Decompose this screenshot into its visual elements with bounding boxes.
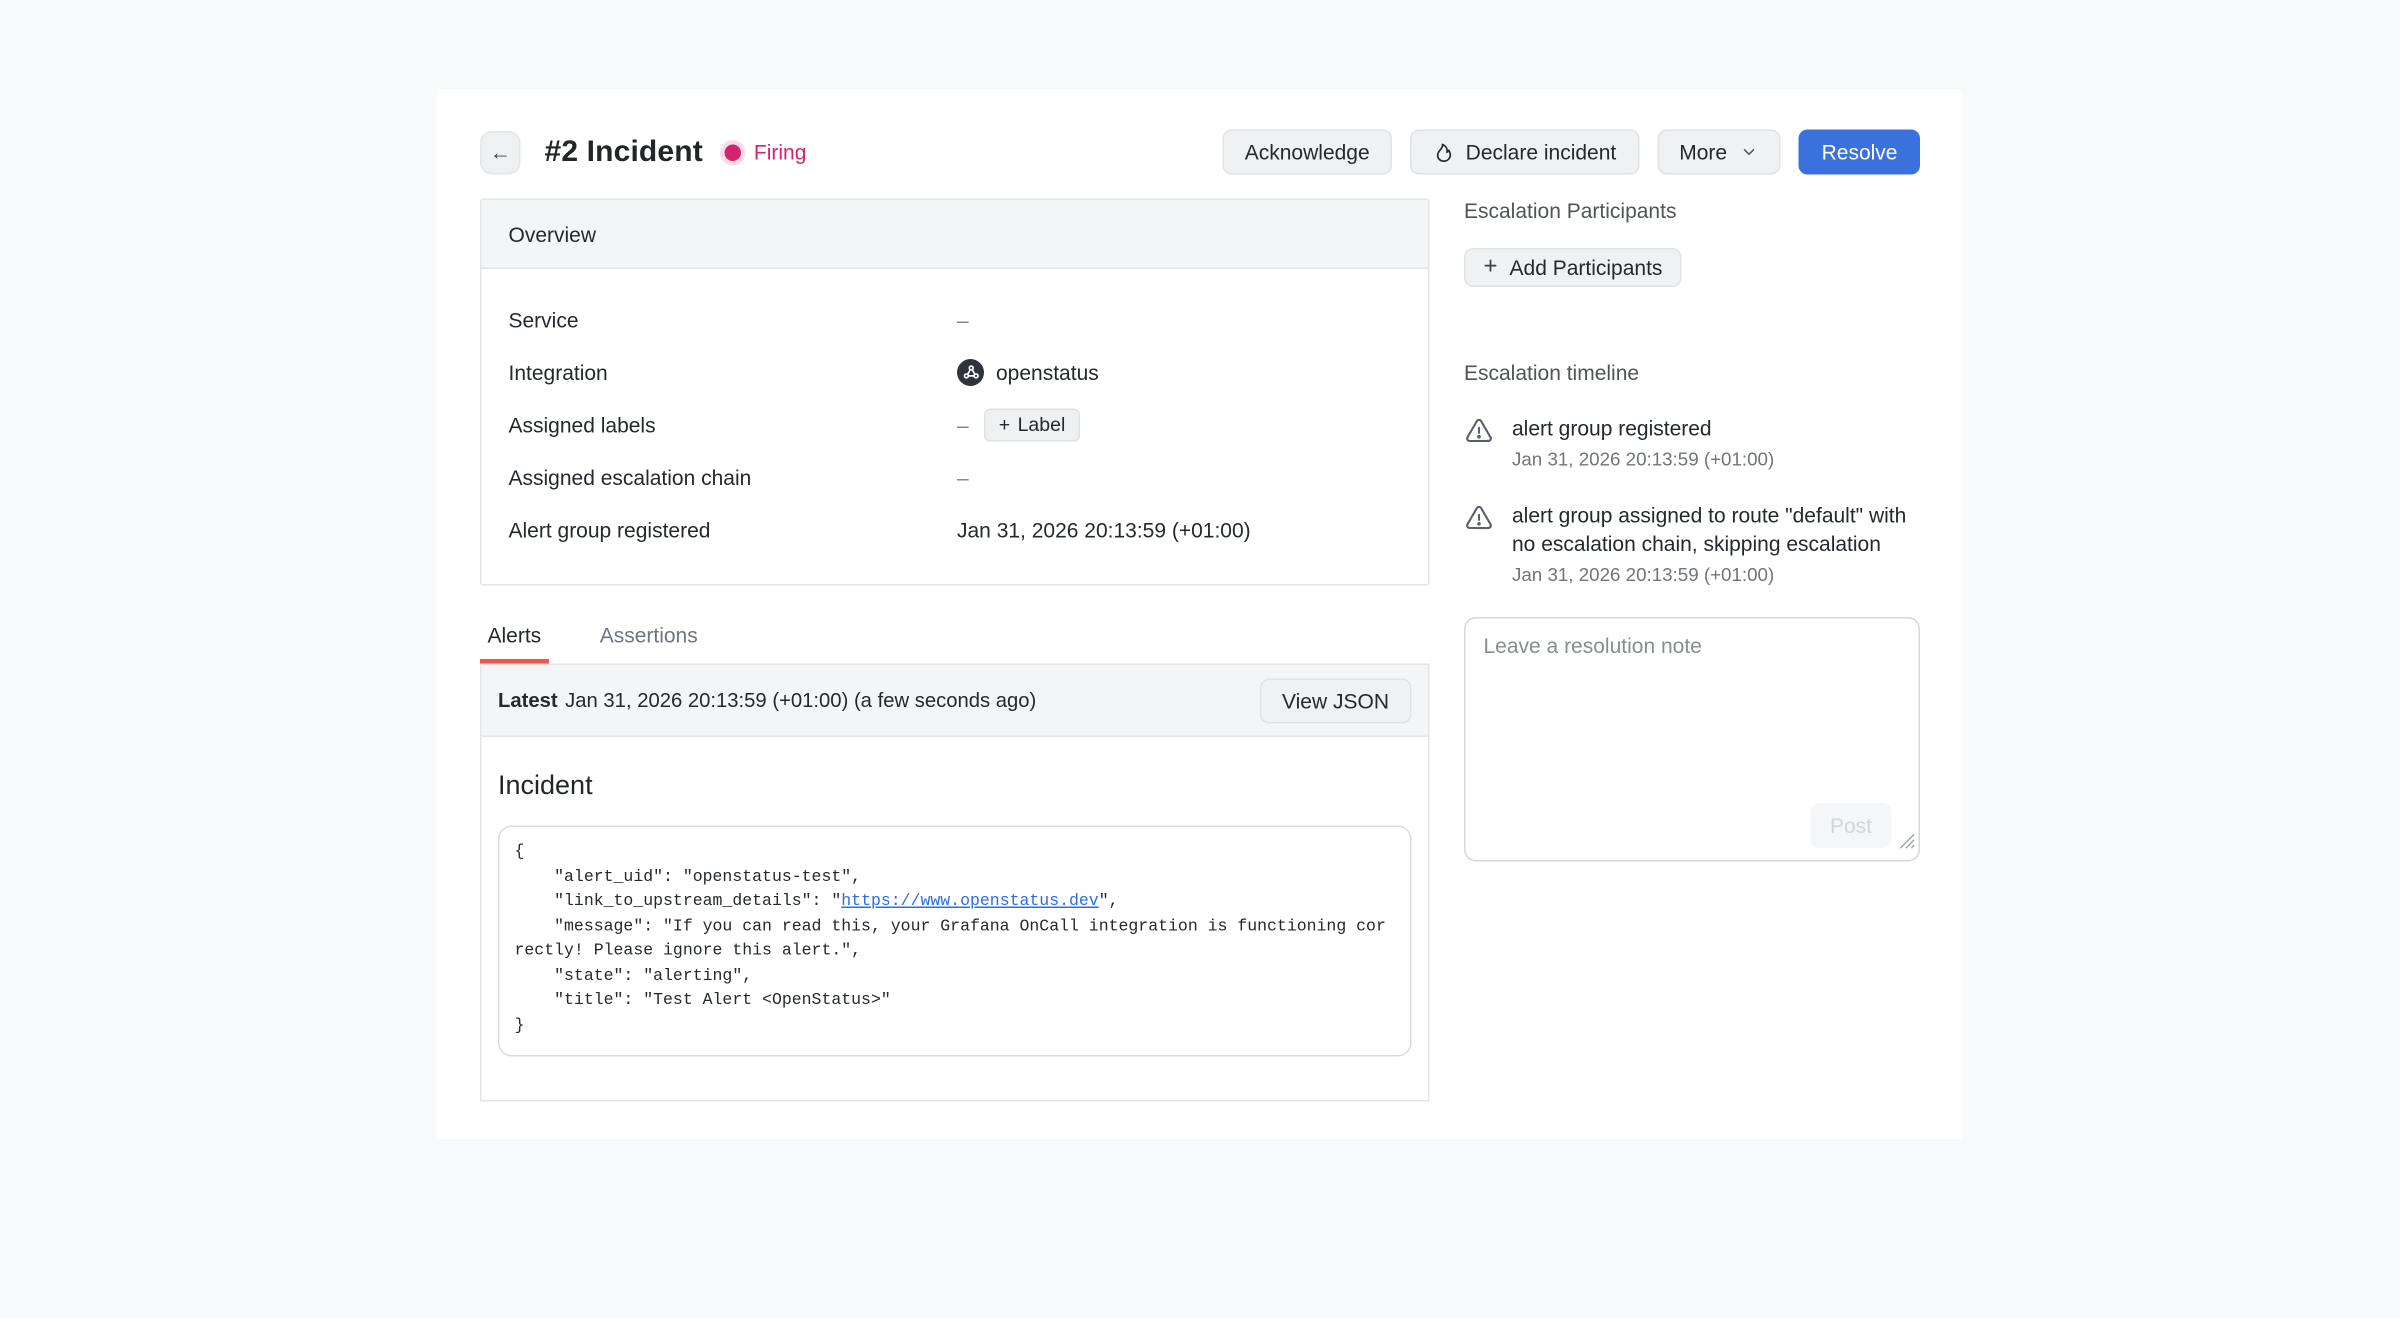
page-title: #2 Incident (545, 135, 703, 170)
webhook-icon (957, 358, 984, 385)
more-label: More (1679, 140, 1727, 164)
resolve-label: Resolve (1822, 140, 1898, 164)
alerts-panel: Latest Jan 31, 2026 20:13:59 (+01:00) (a… (480, 664, 1430, 1102)
overview-title: Overview (509, 222, 597, 246)
add-participants-button[interactable]: + Add Participants (1464, 248, 1682, 287)
overview-row-escalation-chain: Assigned escalation chain – (509, 451, 1402, 504)
timeline-item: alert group assigned to route "default" … (1464, 501, 1920, 585)
row-label: Assigned labels (509, 412, 958, 436)
escalation-timeline: alert group registered Jan 31, 2026 20:1… (1464, 415, 1920, 585)
more-button[interactable]: More (1657, 130, 1781, 175)
overview-panel-header: Overview (482, 200, 1429, 269)
warning-triangle-icon (1464, 502, 1494, 585)
add-participants-label: Add Participants (1510, 256, 1663, 280)
incident-section: Incident { "alert_uid": "openstatus-test… (482, 737, 1429, 1100)
tab-assertions[interactable]: Assertions (592, 623, 705, 664)
row-label: Assigned escalation chain (509, 465, 958, 489)
plus-icon: + (1484, 254, 1498, 281)
row-value: – (957, 307, 969, 331)
code-line: "link_to_upstream_details": "https://www… (515, 890, 1396, 915)
escalation-timeline-title: Escalation timeline (1464, 361, 1920, 385)
declare-incident-button[interactable]: Declare incident (1410, 130, 1639, 175)
sidebar: Escalation Participants + Add Participan… (1464, 199, 1920, 1102)
post-note-button[interactable]: Post (1810, 802, 1891, 847)
add-label-text: Label (1018, 413, 1066, 436)
resize-handle-icon[interactable] (1899, 829, 1916, 856)
arrow-left-icon: ← (490, 139, 511, 163)
latest-timestamp: Jan 31, 2026 20:13:59 (+01:00) (a few se… (565, 689, 1036, 712)
status-badge: Firing (724, 140, 807, 164)
timeline-item-time: Jan 31, 2026 20:13:59 (+01:00) (1512, 448, 1774, 469)
incident-json-code-block: { "alert_uid": "openstatus-test", "link_… (498, 826, 1412, 1057)
resolution-note-container: Post (1464, 616, 1920, 861)
status-label: Firing (754, 140, 807, 164)
timeline-item-text: alert group registered (1512, 415, 1774, 444)
incident-title: Incident (498, 770, 1412, 802)
overview-panel: Overview Service – Integration (480, 199, 1430, 586)
acknowledge-label: Acknowledge (1245, 140, 1370, 164)
overview-row-registered: Alert group registered Jan 31, 2026 20:1… (509, 503, 1402, 556)
page-header: ← #2 Incident Firing Acknowledge Declare… (480, 130, 1920, 175)
code-text: "link_to_upstream_details": " (515, 893, 842, 911)
code-line: "title": "Test Alert <OpenStatus>" (515, 989, 1396, 1014)
integration-name-link[interactable]: openstatus (996, 360, 1099, 384)
row-label: Service (509, 307, 958, 331)
code-line: "state": "alerting", (515, 964, 1396, 989)
overview-row-service: Service – (509, 293, 1402, 346)
warning-triangle-icon (1464, 416, 1494, 469)
overview-row-integration: Integration openstatus (509, 346, 1402, 399)
row-value: Jan 31, 2026 20:13:59 (+01:00) (957, 517, 1251, 541)
overview-row-assigned-labels: Assigned labels – + Label (509, 398, 1402, 451)
declare-incident-label: Declare incident (1466, 140, 1617, 164)
add-label-button[interactable]: + Label (984, 408, 1081, 441)
code-text: ", (1099, 893, 1119, 911)
row-value: – (957, 412, 969, 436)
row-label: Integration (509, 360, 958, 384)
code-line: "alert_uid": "openstatus-test", (515, 865, 1396, 890)
acknowledge-button[interactable]: Acknowledge (1222, 130, 1392, 175)
plus-icon: + (999, 413, 1010, 436)
timeline-item-text: alert group assigned to route "default" … (1512, 501, 1920, 560)
latest-alert-bar: Latest Jan 31, 2026 20:13:59 (+01:00) (a… (482, 665, 1429, 737)
latest-label: Latest (498, 689, 558, 712)
incident-page-card: ← #2 Incident Firing Acknowledge Declare… (437, 89, 1963, 1139)
timeline-item-time: Jan 31, 2026 20:13:59 (+01:00) (1512, 564, 1920, 585)
row-value: – (957, 465, 969, 489)
firing-dot-icon (724, 144, 741, 161)
view-json-label: View JSON (1282, 688, 1389, 712)
escalation-participants-title: Escalation Participants (1464, 199, 1920, 223)
row-label: Alert group registered (509, 517, 958, 541)
tab-alerts[interactable]: Alerts (480, 623, 549, 664)
tabs-bar: Alerts Assertions (480, 623, 1430, 664)
view-json-button[interactable]: View JSON (1260, 678, 1412, 723)
code-line: "message": "If you can read this, your G… (515, 915, 1396, 965)
header-actions: Acknowledge Declare incident More Resolv… (1222, 130, 1920, 175)
code-line: } (515, 1014, 1396, 1039)
page: ← #2 Incident Firing Acknowledge Declare… (0, 89, 2400, 1318)
flame-icon (1433, 141, 1456, 164)
timeline-item: alert group registered Jan 31, 2026 20:1… (1464, 415, 1920, 470)
chevron-down-icon (1741, 143, 1759, 161)
resolve-button[interactable]: Resolve (1799, 130, 1920, 175)
upstream-link[interactable]: https://www.openstatus.dev (841, 893, 1098, 911)
main-column: Overview Service – Integration (480, 199, 1430, 1102)
back-button[interactable]: ← (480, 130, 521, 174)
code-line: { (515, 841, 1396, 866)
